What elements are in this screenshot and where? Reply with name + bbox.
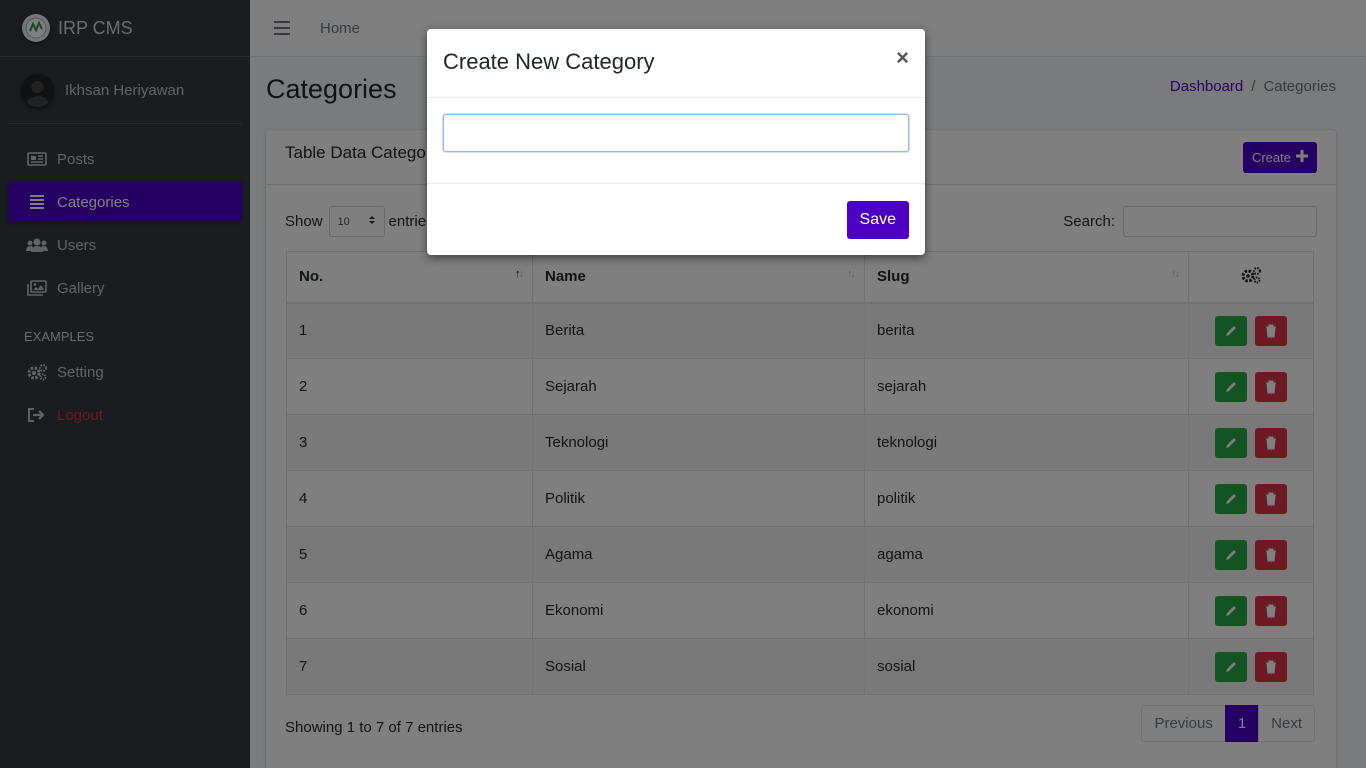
category-name-input[interactable] — [443, 114, 909, 152]
save-button[interactable]: Save — [846, 201, 909, 239]
close-button[interactable]: × — [896, 45, 909, 71]
modal-title: Create New Category — [443, 49, 655, 74]
create-category-modal: Create New Category × Save — [427, 29, 925, 255]
modal-header: Create New Category × — [427, 29, 925, 98]
modal-body — [427, 98, 925, 184]
